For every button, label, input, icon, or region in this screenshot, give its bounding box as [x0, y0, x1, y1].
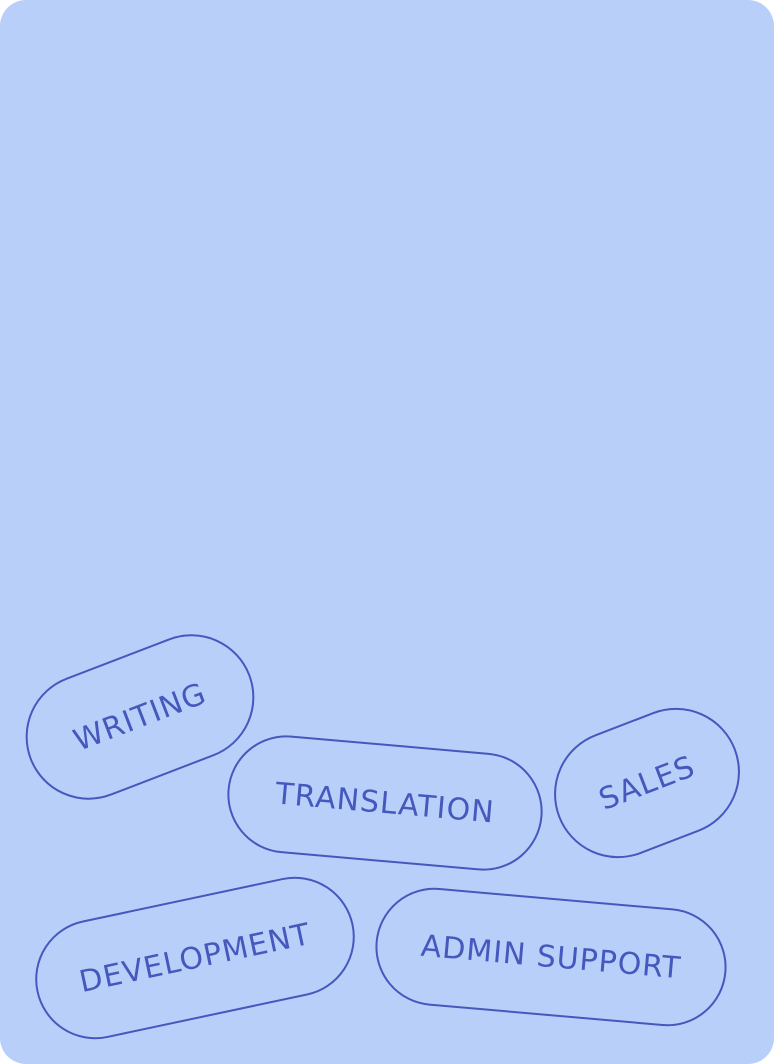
- tag-translation-label: TRANSLATION: [273, 775, 496, 831]
- tag-translation[interactable]: TRANSLATION: [222, 730, 548, 876]
- tag-admin-support-label: ADMIN SUPPORT: [419, 928, 683, 986]
- tag-sales[interactable]: SALES: [535, 689, 759, 877]
- categories-card: WRITING TRANSLATION SALES DEVELOPMENT AD…: [0, 0, 774, 1064]
- tag-writing-label: WRITING: [68, 675, 212, 759]
- tag-development-label: DEVELOPMENT: [76, 916, 314, 1000]
- tag-development[interactable]: DEVELOPMENT: [24, 865, 366, 1051]
- tag-admin-support[interactable]: ADMIN SUPPORT: [370, 882, 732, 1032]
- tag-sales-label: SALES: [594, 748, 700, 818]
